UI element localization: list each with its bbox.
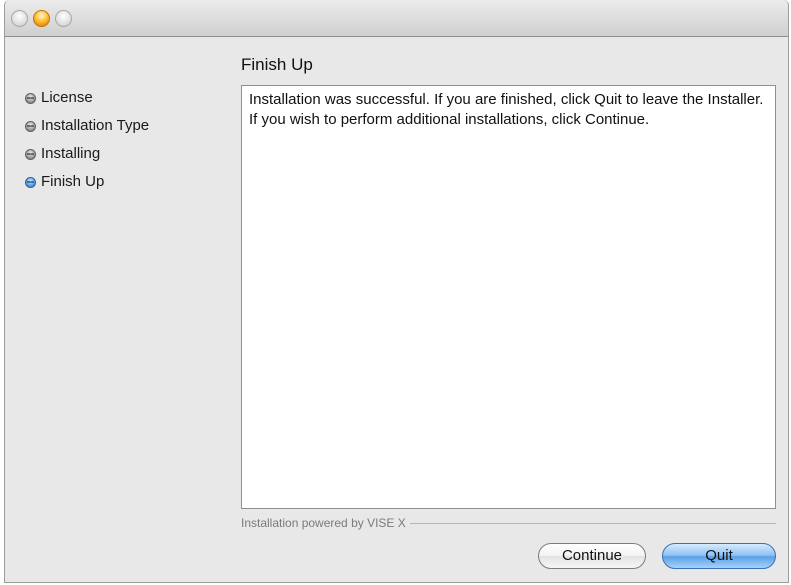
step-label: License: [41, 89, 93, 106]
continue-button[interactable]: Continue: [538, 543, 646, 569]
step-label: Installation Type: [41, 117, 150, 134]
zoom-icon[interactable]: [55, 10, 72, 27]
page-title: Finish Up: [241, 55, 313, 74]
step-bullet-icon: [25, 121, 36, 132]
step-bullet-icon: [25, 149, 36, 160]
step-finish-up: Finish Up: [25, 172, 225, 200]
step-label: Finish Up: [41, 173, 105, 190]
quit-button[interactable]: Quit: [662, 543, 776, 569]
step-license: License: [25, 88, 225, 116]
title-bar[interactable]: [5, 0, 788, 37]
installer-steps-sidebar: License Installation Type Installing Fin…: [25, 88, 225, 200]
step-label: Installing: [41, 145, 101, 162]
step-installing: Installing: [25, 144, 225, 172]
installer-window: License Installation Type Installing Fin…: [4, 0, 789, 583]
step-bullet-icon: [25, 93, 36, 104]
message-panel: Installation was successful. If you are …: [241, 85, 776, 509]
minimize-icon[interactable]: [33, 10, 50, 27]
step-installation-type: Installation Type: [25, 116, 225, 144]
close-icon[interactable]: [11, 10, 28, 27]
step-bullet-icon: [25, 177, 36, 188]
powered-by-label: Installation powered by VISE X: [241, 516, 406, 530]
powered-by-row: Installation powered by VISE X: [241, 515, 776, 531]
divider: [409, 522, 776, 524]
